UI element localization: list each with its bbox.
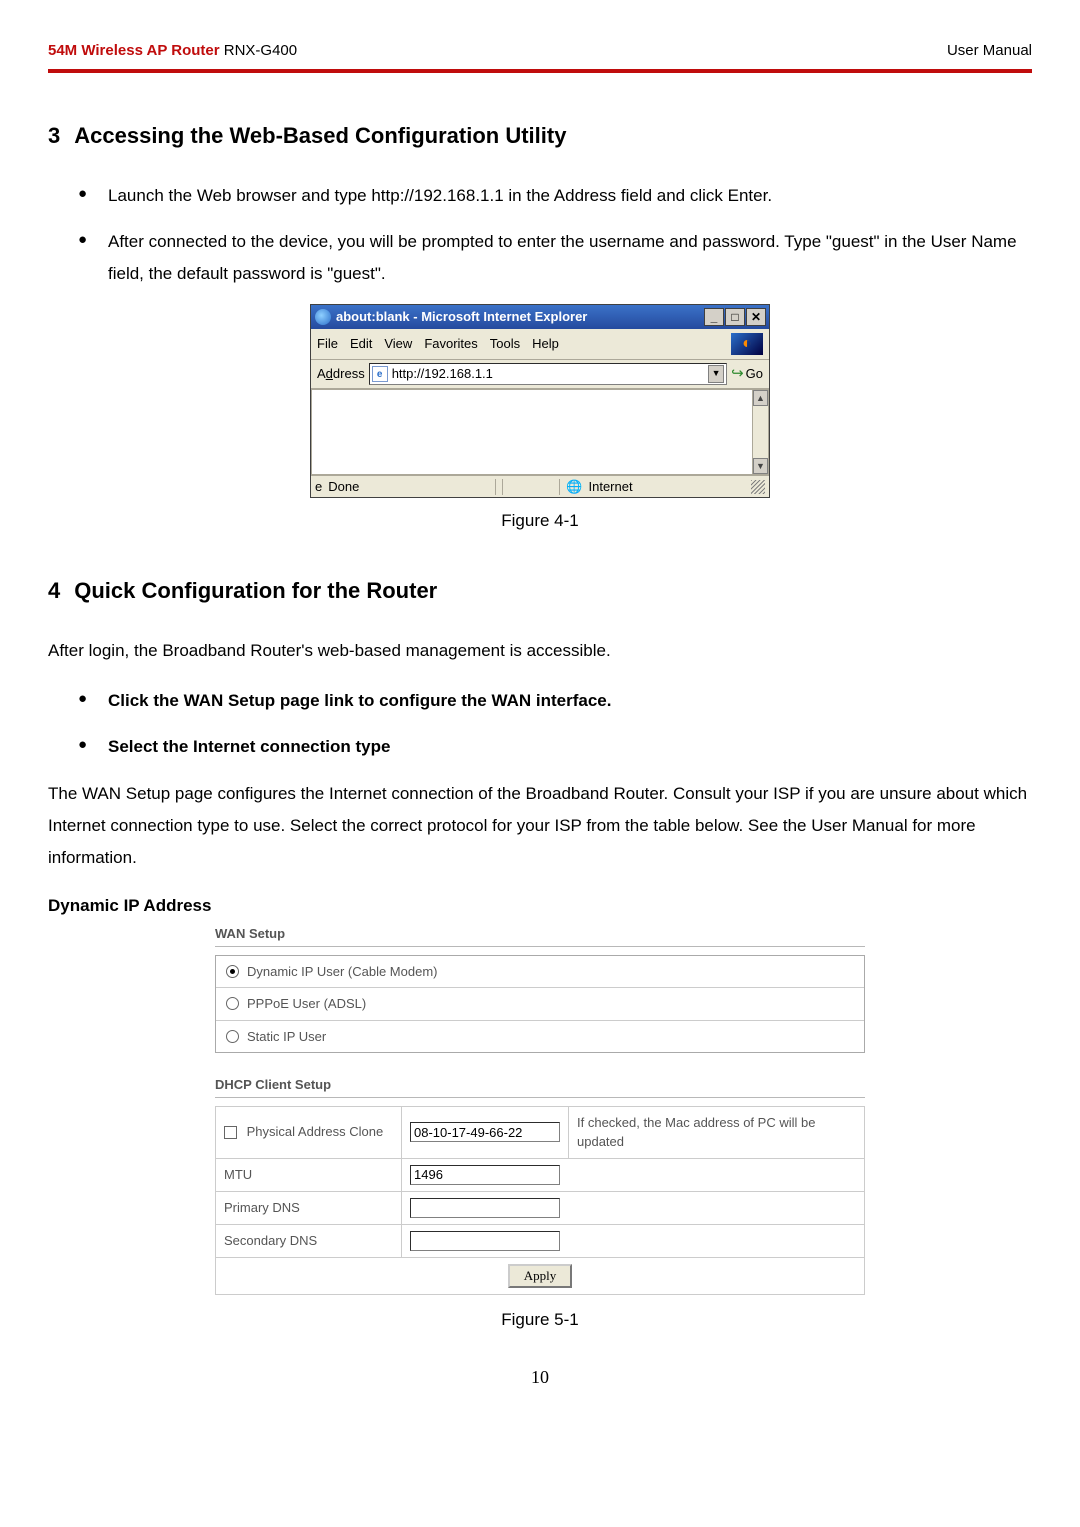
go-icon: ↪	[731, 363, 744, 386]
menu-view[interactable]: View	[384, 334, 412, 354]
figure-5-1-caption: Figure 5-1	[48, 1307, 1032, 1333]
globe-icon: 🌐	[566, 477, 582, 497]
list-item: Select the Internet connection type	[78, 731, 1032, 763]
radio-static-ip[interactable]: Static IP User	[216, 1021, 864, 1053]
ie-address-bar: Address e http://192.168.1.1 ▼ ↪ Go	[311, 360, 769, 390]
section-4-paragraph: The WAN Setup page configures the Intern…	[48, 778, 1032, 875]
dhcp-table: Physical Address Clone If checked, the M…	[215, 1106, 865, 1295]
resize-grip-icon[interactable]	[751, 480, 765, 494]
table-row: Primary DNS	[216, 1191, 865, 1224]
section-4-bold-bullets: Click the WAN Setup page link to configu…	[78, 685, 1032, 764]
status-page-icon: e	[315, 477, 322, 497]
scrollbar[interactable]: ▲ ▼	[752, 390, 768, 474]
ie-throbber-icon: ◐	[731, 333, 763, 355]
go-label: Go	[746, 364, 763, 384]
section-3-number: 3	[48, 123, 60, 148]
radio-label: Static IP User	[247, 1027, 326, 1047]
scroll-down-icon[interactable]: ▼	[753, 458, 768, 474]
secondary-dns-label: Secondary DNS	[216, 1224, 402, 1257]
primary-dns-label: Primary DNS	[216, 1191, 402, 1224]
section-4-intro: After login, the Broadband Router's web-…	[48, 635, 1032, 667]
address-input[interactable]: e http://192.168.1.1 ▼	[369, 363, 727, 385]
list-item: Click the WAN Setup page link to configu…	[78, 685, 1032, 717]
scroll-up-icon[interactable]: ▲	[753, 390, 768, 406]
address-url: http://192.168.1.1	[392, 364, 493, 384]
header-right: User Manual	[947, 40, 1032, 63]
page-header: 54M Wireless AP Router RNX-G400 User Man…	[48, 40, 1032, 67]
page-number: 10	[48, 1364, 1032, 1391]
section-3-heading: 3 Accessing the Web-Based Configuration U…	[48, 119, 1032, 152]
ie-title-text: about:blank - Microsoft Internet Explore…	[336, 307, 703, 327]
pac-note: If checked, the Mac address of PC will b…	[569, 1106, 865, 1158]
mtu-input[interactable]	[410, 1165, 560, 1185]
header-divider	[48, 69, 1032, 73]
radio-dynamic-ip[interactable]: Dynamic IP User (Cable Modem)	[216, 956, 864, 989]
header-left: 54M Wireless AP Router RNX-G400	[48, 40, 297, 63]
menu-help[interactable]: Help	[532, 334, 559, 354]
secondary-dns-input[interactable]	[410, 1231, 560, 1251]
list-item: After connected to the device, you will …	[78, 226, 1032, 291]
section-4-heading: 4 Quick Configuration for the Router	[48, 574, 1032, 607]
go-button[interactable]: ↪ Go	[731, 363, 763, 386]
section-3-bullets: Launch the Web browser and type http://1…	[78, 180, 1032, 291]
header-product-model: RNX-G400	[220, 42, 298, 59]
table-row: Secondary DNS	[216, 1224, 865, 1257]
address-dropdown-icon[interactable]: ▼	[708, 365, 724, 383]
address-label: Address	[317, 364, 365, 384]
mtu-label: MTU	[216, 1158, 402, 1191]
menu-edit[interactable]: Edit	[350, 334, 372, 354]
maximize-button[interactable]: □	[725, 308, 745, 326]
dynamic-ip-heading: Dynamic IP Address	[48, 893, 1032, 919]
ie-statusbar: e Done 🌐 Internet	[311, 475, 769, 497]
status-zone: Internet	[589, 477, 633, 497]
dhcp-section: DHCP Client Setup Physical Address Clone…	[215, 1075, 865, 1295]
apply-button[interactable]: Apply	[508, 1264, 573, 1288]
menu-favorites[interactable]: Favorites	[424, 334, 477, 354]
table-row: MTU	[216, 1158, 865, 1191]
radio-label: Dynamic IP User (Cable Modem)	[247, 962, 437, 982]
ie-menubar: File Edit View Favorites Tools Help ◐	[311, 329, 769, 360]
pac-label: Physical Address Clone	[247, 1124, 384, 1139]
dhcp-title: DHCP Client Setup	[215, 1075, 865, 1098]
status-done: Done	[328, 477, 359, 497]
primary-dns-input[interactable]	[410, 1198, 560, 1218]
section-4-number: 4	[48, 578, 60, 603]
table-row: Physical Address Clone If checked, the M…	[216, 1106, 865, 1158]
ie-content-area: ▲ ▼	[311, 389, 769, 475]
wan-setup-figure: WAN Setup Dynamic IP User (Cable Modem) …	[215, 924, 865, 1295]
ie-window: about:blank - Microsoft Internet Explore…	[310, 304, 770, 498]
table-row: Apply	[216, 1257, 865, 1294]
section-3-title: Accessing the Web-Based Configuration Ut…	[74, 123, 566, 148]
radio-icon	[226, 997, 239, 1010]
wan-radio-group: Dynamic IP User (Cable Modem) PPPoE User…	[215, 955, 865, 1054]
wan-setup-title: WAN Setup	[215, 924, 865, 947]
ie-icon	[315, 309, 331, 325]
figure-4-1-caption: Figure 4-1	[48, 508, 1032, 534]
radio-label: PPPoE User (ADSL)	[247, 994, 366, 1014]
ie-titlebar: about:blank - Microsoft Internet Explore…	[311, 305, 769, 329]
radio-icon	[226, 1030, 239, 1043]
radio-pppoe[interactable]: PPPoE User (ADSL)	[216, 988, 864, 1021]
close-button[interactable]: ✕	[746, 308, 766, 326]
minimize-button[interactable]: _	[704, 308, 724, 326]
checkbox-pac[interactable]	[224, 1126, 237, 1139]
mac-input[interactable]	[410, 1122, 560, 1142]
header-product-red: 54M Wireless AP Router	[48, 42, 220, 59]
menu-tools[interactable]: Tools	[490, 334, 520, 354]
page-icon: e	[372, 366, 388, 382]
section-4-title: Quick Configuration for the Router	[74, 578, 437, 603]
list-item: Launch the Web browser and type http://1…	[78, 180, 1032, 212]
radio-icon	[226, 965, 239, 978]
menu-file[interactable]: File	[317, 334, 338, 354]
